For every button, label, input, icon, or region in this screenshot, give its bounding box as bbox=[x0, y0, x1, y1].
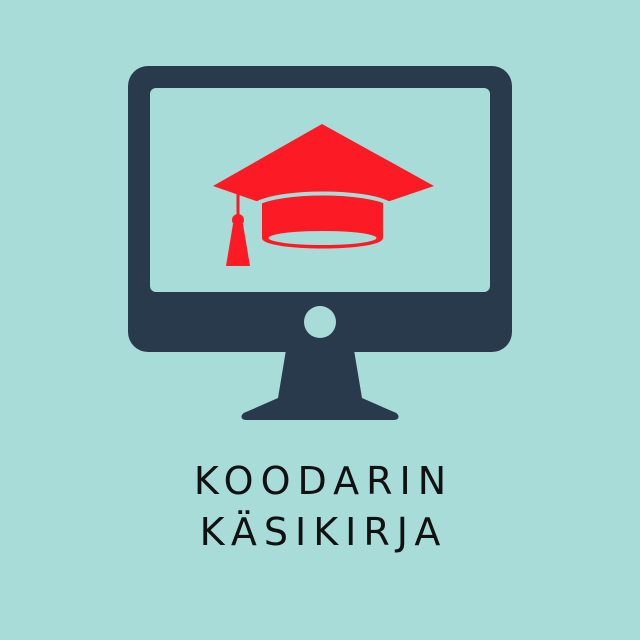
monitor-stand bbox=[241, 350, 399, 420]
monitor-power-dot bbox=[304, 306, 336, 338]
logo-title-line-1: KOODARIN bbox=[193, 459, 454, 503]
logo-canvas: { "logo": { "title_line_1": "KOODARIN", … bbox=[0, 0, 640, 640]
cap-base-inner bbox=[268, 231, 377, 245]
logo-title-line-2: KÄSIKIRJA bbox=[199, 510, 448, 554]
